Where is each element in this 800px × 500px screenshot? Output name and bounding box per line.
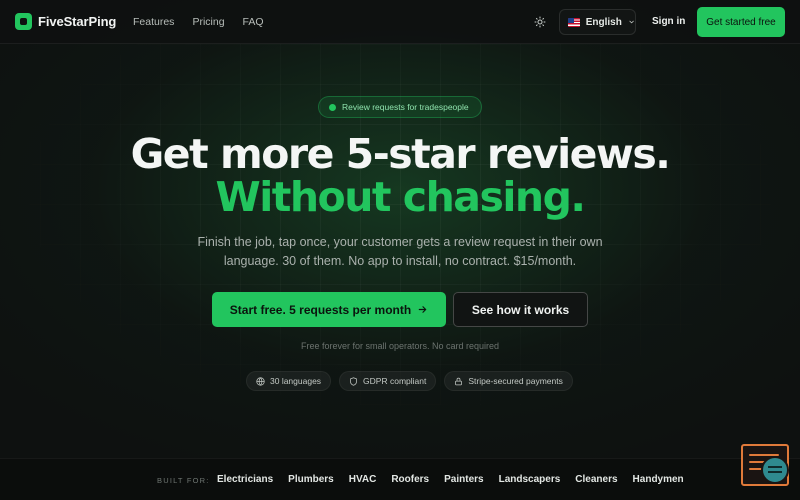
trades-list: Electricians Plumbers HVAC Roofers Paint…	[217, 474, 684, 485]
trade-item: Landscapers	[498, 474, 561, 485]
trust-pills: 30 languages GDPR compliant Stripe-secur…	[246, 371, 573, 391]
lock-icon	[455, 377, 463, 385]
logo-icon	[15, 13, 32, 30]
pill-languages: 30 languages	[246, 371, 332, 391]
chat-widget-button[interactable]	[741, 444, 789, 486]
shield-icon	[350, 376, 357, 386]
trade-item: Cleaners	[575, 474, 618, 485]
sun-icon	[534, 16, 546, 28]
nav-links: Features Pricing FAQ	[133, 16, 264, 28]
get-started-button[interactable]: Get started free	[697, 7, 785, 37]
chevron-down-icon	[629, 20, 634, 24]
start-free-label: Start free. 5 requests per month	[229, 302, 412, 317]
brand-name: FiveStarPing	[38, 14, 117, 29]
trade-item: HVAC	[348, 474, 377, 485]
trade-item: Painters	[444, 474, 484, 485]
pill-payments: Stripe-secured payments	[444, 371, 573, 391]
arrow-right-icon	[418, 306, 427, 313]
sign-in-link[interactable]: Sign in	[652, 16, 685, 27]
trade-item: Handymen	[632, 474, 684, 485]
nav-link-pricing[interactable]: Pricing	[192, 16, 224, 28]
headline-line-1: Get more 5-star reviews.	[130, 130, 671, 178]
language-selector[interactable]: English	[559, 9, 636, 35]
headline-line-2: Without chasing.	[215, 173, 586, 221]
nav-link-faq[interactable]: FAQ	[243, 16, 264, 28]
built-for-strip: BUILT FOR: Electricians Plumbers HVAC Ro…	[0, 458, 800, 500]
pill-gdpr-label: GDPR compliant	[363, 376, 427, 386]
see-how-it-works-button[interactable]: See how it works	[453, 292, 588, 327]
language-label: English	[585, 16, 622, 28]
brand-logo[interactable]: FiveStarPing	[15, 13, 116, 30]
pill-payments-label: Stripe-secured payments	[468, 376, 563, 386]
built-for-label: BUILT FOR:	[157, 476, 210, 485]
trade-item: Plumbers	[288, 474, 334, 485]
badge-label: Review requests for tradespeople	[342, 102, 469, 112]
hero-subtitle: Finish the job, tap once, your customer …	[197, 235, 603, 268]
pill-gdpr: GDPR compliant	[339, 371, 437, 391]
pill-languages-label: 30 languages	[270, 376, 322, 386]
start-free-button[interactable]: Start free. 5 requests per month	[212, 292, 446, 327]
trade-item: Roofers	[391, 474, 430, 485]
chat-bubble-icon	[761, 456, 789, 484]
fineprint: Free forever for small operators. No car…	[300, 341, 500, 351]
hero-badge: Review requests for tradespeople	[318, 96, 482, 118]
top-navbar: FiveStarPing Features Pricing FAQ Englis…	[0, 0, 800, 44]
globe-icon	[256, 376, 265, 386]
theme-toggle-button[interactable]	[531, 13, 549, 31]
trade-item: Electricians	[217, 474, 274, 485]
us-flag-icon	[568, 17, 580, 27]
badge-dot-icon	[329, 103, 336, 111]
nav-link-features[interactable]: Features	[133, 16, 174, 28]
